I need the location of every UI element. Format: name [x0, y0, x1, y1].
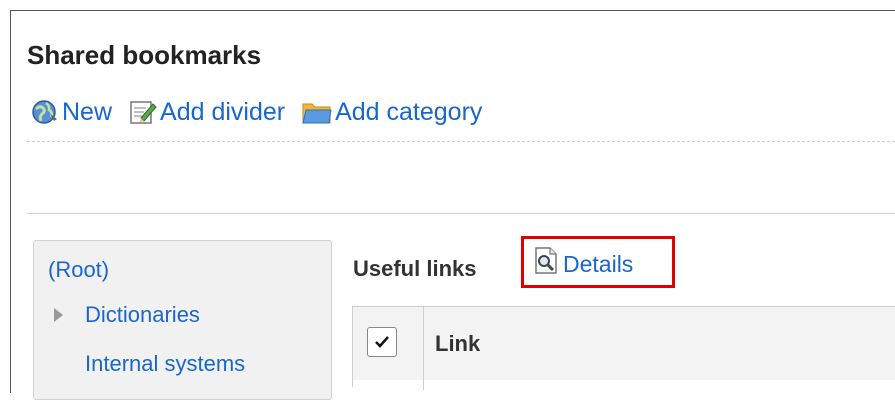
details-label: Details: [563, 250, 634, 277]
category-tree-panel: (Root) Dictionaries Internal systems: [33, 240, 332, 400]
tree-item-dictionaries[interactable]: Dictionaries: [54, 302, 200, 328]
toolbar: New Add divider Add category: [30, 95, 482, 129]
table-header-row: Link: [353, 307, 895, 381]
new-label: New: [62, 97, 113, 126]
checkmark-icon: [375, 336, 389, 348]
edit-note-icon: [128, 97, 158, 127]
details-link[interactable]: Details: [533, 246, 633, 282]
tree-item-label: Dictionaries: [85, 302, 200, 327]
column-header-link[interactable]: Link: [435, 331, 480, 357]
select-all-checkbox[interactable]: [367, 327, 397, 357]
category-name: Useful links: [353, 256, 477, 281]
folder-icon: [301, 97, 333, 127]
globe-icon: [30, 97, 60, 127]
tree-item-internal-systems[interactable]: Internal systems: [54, 351, 245, 377]
category-heading: Useful links: [353, 256, 476, 282]
header-check-cell: [353, 307, 424, 380]
expand-triangle-icon[interactable]: [54, 308, 63, 322]
table-row-check-cell: [353, 380, 424, 390]
section-divider: [27, 213, 895, 214]
add-divider-label: Add divider: [160, 97, 286, 126]
new-button[interactable]: New: [30, 97, 112, 127]
add-category-button[interactable]: Add category: [301, 97, 482, 127]
dotted-divider: [27, 141, 895, 142]
add-category-label: Add category: [335, 97, 483, 126]
bookmarks-table: Link: [352, 306, 895, 390]
magnifier-document-icon: [533, 246, 561, 282]
page-title: Shared bookmarks: [27, 40, 262, 70]
add-divider-button[interactable]: Add divider: [128, 97, 285, 127]
table-row: [424, 380, 895, 390]
tree-item-label: Internal systems: [85, 351, 246, 376]
tree-item-root[interactable]: (Root): [48, 257, 109, 283]
